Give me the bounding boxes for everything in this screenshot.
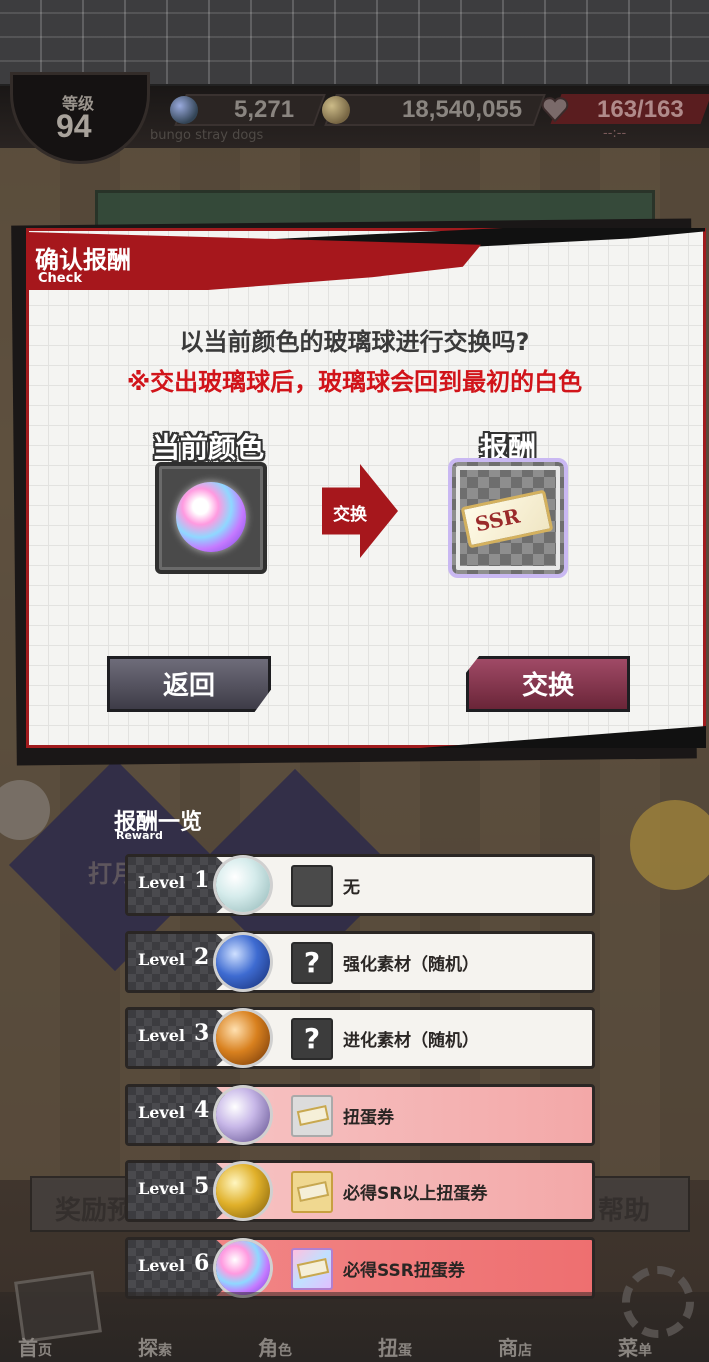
level-number: 6 [194, 1250, 210, 1276]
question-icon: ? [291, 1018, 333, 1060]
crystal-icon [170, 96, 198, 124]
game-subtitle: bungo stray dogs [150, 128, 264, 143]
level-word: Level [138, 1179, 185, 1198]
empty-icon [291, 865, 333, 907]
gear-icon[interactable] [622, 1266, 694, 1338]
nav-menu[interactable]: 菜单 [618, 1332, 652, 1361]
heart-icon [541, 97, 569, 123]
level-number: 1 [194, 867, 210, 893]
reward-list-subtitle: Reward [116, 829, 163, 842]
level-value: 94 [56, 108, 92, 144]
crystal-count: 5,271 [234, 96, 295, 123]
reward-row-level-3: Level 3 ? 进化素材（随机） [125, 1007, 595, 1069]
coin-icon [322, 96, 350, 124]
clear-orb-icon [216, 858, 270, 912]
nav-home-label: 首 [18, 1336, 38, 1360]
nav-home-sub: 页 [38, 1343, 52, 1359]
dialog-title-sub: Check [38, 271, 82, 286]
stamina-timer: --:-- [603, 126, 627, 141]
reward-text: 扭蛋券 [343, 1108, 394, 1128]
silver-orb-icon [216, 1088, 270, 1142]
reward-row-level-1: Level 1 无 [125, 854, 595, 916]
reward-row-level-4: Level 4 扭蛋券 [125, 1084, 595, 1146]
nav-gacha-sub: 蛋 [398, 1343, 412, 1359]
level-number: 3 [194, 1020, 210, 1046]
current-color-label: 当前颜色 [152, 431, 265, 464]
arrow-label: 交换 [333, 505, 367, 525]
level-number: 5 [194, 1173, 210, 1199]
rainbow-orb-icon [176, 482, 246, 552]
nav-character[interactable]: 角色 [258, 1332, 292, 1361]
nav-explore[interactable]: 探索 [138, 1332, 172, 1361]
nav-menu-label: 菜 [618, 1336, 638, 1360]
reward-text: 进化素材（随机） [343, 1031, 479, 1051]
nav-shop-sub: 店 [518, 1343, 532, 1359]
question-icon: ? [291, 942, 333, 984]
background-reward-preview-button: 奖励预 [55, 1196, 134, 1226]
level-number: 4 [194, 1097, 210, 1123]
gold-orb-icon [216, 1164, 270, 1218]
coin-count: 18,540,055 [402, 96, 523, 123]
level-word: Level [138, 1026, 185, 1045]
nav-character-label: 角 [258, 1336, 278, 1360]
reward-row-level-5: Level 5 必得SR以上扭蛋券 [125, 1160, 595, 1222]
blue-orb-icon [216, 935, 270, 989]
dialog-title: 确认报酬 [35, 246, 131, 274]
nav-shop-label: 商 [498, 1336, 518, 1360]
ticket-icon [291, 1095, 333, 1137]
reward-text: 强化素材（随机） [343, 955, 479, 975]
dialog-warning: ※交出玻璃球后，玻璃球会回到最初的白色 [126, 368, 583, 396]
exchange-button[interactable]: 交换 [466, 656, 630, 712]
nav-character-sub: 色 [278, 1343, 292, 1359]
reward-row-level-2: Level 2 ? 强化素材（随机） [125, 931, 595, 993]
nav-shop[interactable]: 商店 [498, 1332, 532, 1361]
nav-home[interactable]: 首页 [18, 1332, 52, 1361]
background-help-button: 帮助 [598, 1196, 651, 1226]
bottom-nav [0, 1292, 709, 1362]
dialog-question: 以当前颜色的玻璃球进行交换吗? [179, 328, 530, 356]
nav-gacha-label: 扭 [378, 1336, 398, 1360]
level-word: Level [138, 1256, 185, 1275]
nav-menu-sub: 单 [638, 1343, 652, 1359]
nav-explore-sub: 索 [158, 1343, 172, 1359]
reward-text: 必得SR以上扭蛋券 [343, 1184, 488, 1204]
level-word: Level [138, 1103, 185, 1122]
stamina-count: 163/163 [597, 96, 684, 123]
reward-text: 无 [343, 878, 360, 898]
rainbow-orb-icon [216, 1241, 270, 1295]
level-word: Level [138, 873, 185, 892]
ticket-sr-icon [291, 1171, 333, 1213]
level-word: Level [138, 950, 185, 969]
nav-explore-label: 探 [138, 1336, 158, 1360]
reward-text: 必得SSR扭蛋券 [343, 1261, 465, 1281]
nav-gacha[interactable]: 扭蛋 [378, 1332, 412, 1361]
reward-row-level-6: Level 6 必得SSR扭蛋券 [125, 1237, 595, 1299]
level-number: 2 [194, 944, 210, 970]
ticket-ssr-icon [291, 1248, 333, 1290]
back-button[interactable]: 返回 [107, 656, 271, 712]
bronze-orb-icon [216, 1011, 270, 1065]
reward-label: 报酬 [480, 431, 537, 464]
